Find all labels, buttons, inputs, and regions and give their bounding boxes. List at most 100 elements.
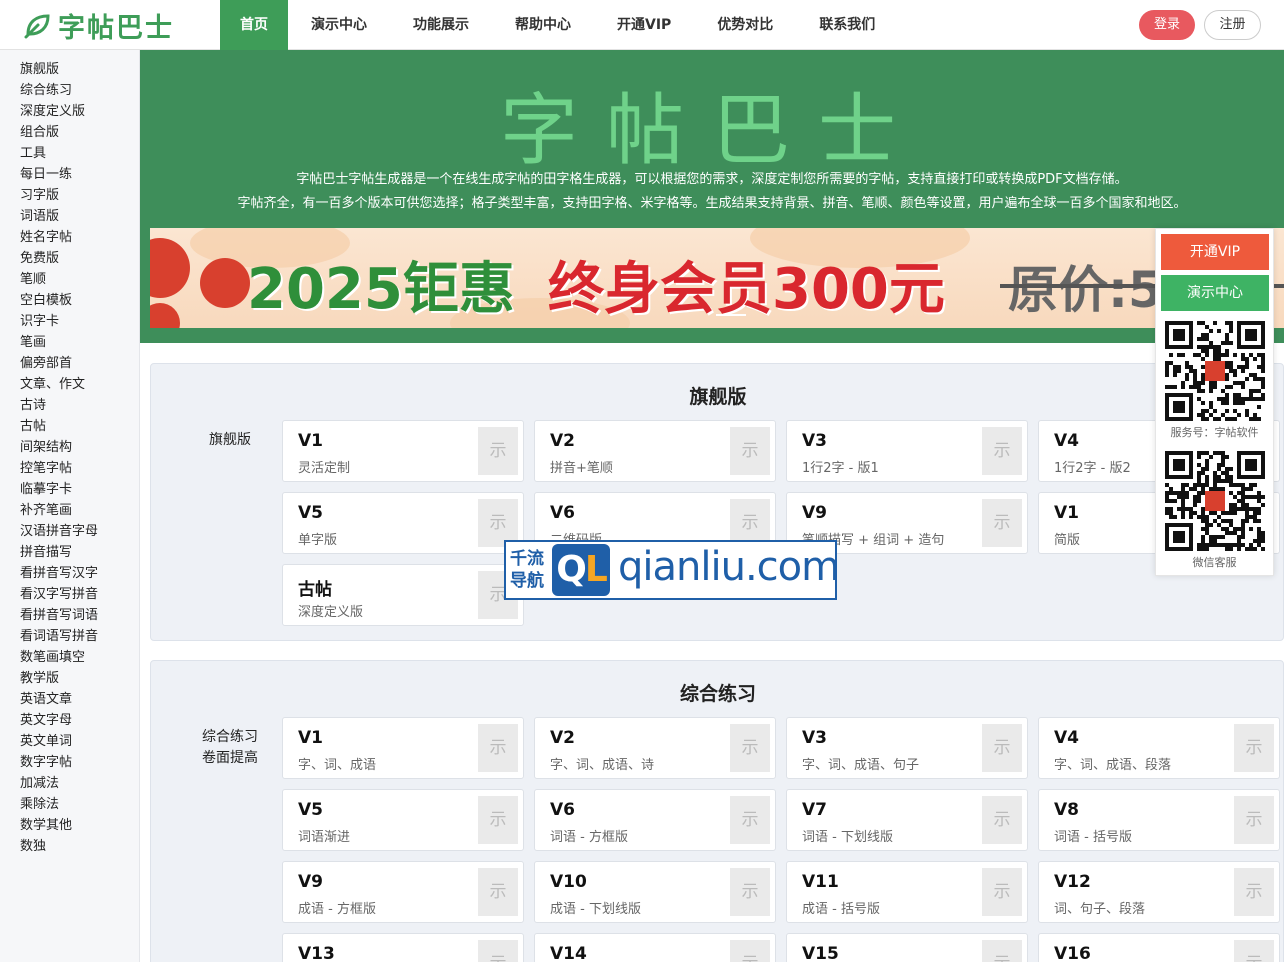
sidebar-item[interactable]: 偏旁部首 bbox=[0, 353, 139, 374]
sidebar-item[interactable]: 补齐笔画 bbox=[0, 500, 139, 521]
nav-home[interactable]: 首页 bbox=[220, 0, 288, 50]
sidebar-item[interactable]: 加减法 bbox=[0, 773, 139, 794]
version-card[interactable]: V8 词语 - 括号版 示 bbox=[1038, 789, 1280, 851]
carousel-indicator[interactable] bbox=[716, 314, 746, 316]
show-example-button[interactable]: 示 bbox=[1234, 796, 1274, 844]
sidebar-item[interactable]: 每日一练 bbox=[0, 164, 139, 185]
register-button[interactable]: 注册 bbox=[1204, 10, 1261, 40]
show-example-button[interactable]: 示 bbox=[478, 868, 518, 916]
sidebar-item[interactable]: 空白模板 bbox=[0, 290, 139, 311]
sidebar-item[interactable]: 教学版 bbox=[0, 668, 139, 689]
sidebar-item[interactable]: 文章、作文 bbox=[0, 374, 139, 395]
version-card[interactable]: 古帖 深度定义版示 bbox=[282, 564, 524, 626]
site-logo[interactable]: 字帖巴士 bbox=[22, 8, 174, 44]
sidebar-item[interactable]: 拼音描写 bbox=[0, 542, 139, 563]
sidebar-item[interactable]: 组合版 bbox=[0, 122, 139, 143]
version-card[interactable]: V6 词语 - 方框版 示 bbox=[534, 789, 776, 851]
show-example-button[interactable]: 示 bbox=[478, 940, 518, 962]
version-card[interactable]: V2 字、词、成语、诗 示 bbox=[534, 717, 776, 779]
version-card[interactable]: V5 单字版示 bbox=[282, 492, 524, 554]
version-card[interactable]: V1 字、词、成语 示 bbox=[282, 717, 524, 779]
sidebar-item[interactable]: 汉语拼音字母 bbox=[0, 521, 139, 542]
nav-contact[interactable]: 联系我们 bbox=[796, 0, 898, 50]
sidebar-item[interactable]: 看词语写拼音 bbox=[0, 626, 139, 647]
card-title: V1 bbox=[298, 728, 323, 748]
sidebar-item[interactable]: 乘除法 bbox=[0, 794, 139, 815]
version-card[interactable]: V1 灵活定制 示 bbox=[282, 420, 524, 482]
sidebar-item[interactable]: 数字字帖 bbox=[0, 752, 139, 773]
sidebar-item[interactable]: 英文字母 bbox=[0, 710, 139, 731]
sidebar-item[interactable]: 古帖 bbox=[0, 416, 139, 437]
sidebar-item[interactable]: 控笔字帖 bbox=[0, 458, 139, 479]
version-card[interactable]: V10 成语 - 下划线版 示 bbox=[534, 861, 776, 923]
show-example-button[interactable]: 示 bbox=[730, 427, 770, 475]
nav-help[interactable]: 帮助中心 bbox=[492, 0, 594, 50]
sidebar-item[interactable]: 间架结构 bbox=[0, 437, 139, 458]
show-example-button[interactable]: 示 bbox=[478, 724, 518, 772]
card-title: V3 bbox=[802, 728, 827, 748]
show-example-button[interactable]: 示 bbox=[982, 427, 1022, 475]
show-example-button[interactable]: 示 bbox=[730, 796, 770, 844]
sidebar-item[interactable]: 深度定义版 bbox=[0, 101, 139, 122]
version-card[interactable]: V16 示 bbox=[1038, 933, 1280, 962]
sidebar-item[interactable]: 看拼音写汉字 bbox=[0, 563, 139, 584]
version-card[interactable]: V13 示 bbox=[282, 933, 524, 962]
sidebar-item[interactable]: 笔顺 bbox=[0, 269, 139, 290]
show-example-button[interactable]: 示 bbox=[1234, 940, 1274, 962]
nav-vip[interactable]: 开通VIP bbox=[594, 0, 694, 50]
nav-features[interactable]: 功能展示 bbox=[390, 0, 492, 50]
version-card[interactable]: V7 词语 - 下划线版 示 bbox=[786, 789, 1028, 851]
version-card[interactable]: V3 1行2字 - 版1 示 bbox=[786, 420, 1028, 482]
sidebar-item[interactable]: 看汉字写拼音 bbox=[0, 584, 139, 605]
card-title: V1 bbox=[1054, 503, 1079, 523]
sidebar-item[interactable]: 临摹字卡 bbox=[0, 479, 139, 500]
sidebar-item[interactable]: 英文单词 bbox=[0, 731, 139, 752]
sidebar-item[interactable]: 姓名字帖 bbox=[0, 227, 139, 248]
show-example-button[interactable]: 示 bbox=[730, 940, 770, 962]
version-card[interactable]: V4 字、词、成语、段落 示 bbox=[1038, 717, 1280, 779]
watermark-badge-q: Q bbox=[556, 549, 587, 590]
version-card[interactable]: V15 示 bbox=[786, 933, 1028, 962]
show-example-button[interactable]: 示 bbox=[730, 724, 770, 772]
sidebar-item[interactable]: 免费版 bbox=[0, 248, 139, 269]
float-demo-button[interactable]: 演示中心 bbox=[1161, 275, 1269, 311]
sidebar-item[interactable]: 古诗 bbox=[0, 395, 139, 416]
card-subtitle: 字、词、成语、诗 bbox=[550, 758, 655, 773]
sidebar-item[interactable]: 数学其他 bbox=[0, 815, 139, 836]
sidebar-item[interactable]: 英语文章 bbox=[0, 689, 139, 710]
float-vip-button[interactable]: 开通VIP bbox=[1161, 234, 1269, 270]
version-card[interactable]: V12 词、句子、段落 示 bbox=[1038, 861, 1280, 923]
sidebar-item[interactable]: 词语版 bbox=[0, 206, 139, 227]
version-card[interactable]: V14 示 bbox=[534, 933, 776, 962]
show-example-button[interactable]: 示 bbox=[982, 940, 1022, 962]
promo-banner[interactable]: 2025钜惠 终身会员300元 原价:50 bbox=[150, 228, 1284, 328]
nav-demo[interactable]: 演示中心 bbox=[288, 0, 390, 50]
sidebar-item[interactable]: 数笔画填空 bbox=[0, 647, 139, 668]
sidebar-item[interactable]: 习字版 bbox=[0, 185, 139, 206]
version-card[interactable]: V2 拼音+笔顺 示 bbox=[534, 420, 776, 482]
version-card[interactable]: V9 成语 - 方框版 示 bbox=[282, 861, 524, 923]
sidebar-item[interactable]: 数独 bbox=[0, 836, 139, 857]
show-example-button[interactable]: 示 bbox=[730, 868, 770, 916]
qr-caption-service: 服务号：字帖软件 bbox=[1170, 426, 1259, 439]
show-example-button[interactable]: 示 bbox=[478, 427, 518, 475]
show-example-button[interactable]: 示 bbox=[1234, 724, 1274, 772]
login-button[interactable]: 登录 bbox=[1139, 10, 1195, 40]
section-label-line-2: 卷面提高 bbox=[202, 750, 258, 766]
nav-compare[interactable]: 优势对比 bbox=[694, 0, 796, 50]
sidebar-item[interactable]: 识字卡 bbox=[0, 311, 139, 332]
sidebar-item[interactable]: 笔画 bbox=[0, 332, 139, 353]
show-example-button[interactable]: 示 bbox=[982, 868, 1022, 916]
show-example-button[interactable]: 示 bbox=[478, 796, 518, 844]
sidebar-item[interactable]: 综合练习 bbox=[0, 80, 139, 101]
sidebar-item[interactable]: 旗舰版 bbox=[0, 59, 139, 80]
show-example-button[interactable]: 示 bbox=[1234, 868, 1274, 916]
show-example-button[interactable]: 示 bbox=[982, 724, 1022, 772]
show-example-button[interactable]: 示 bbox=[982, 796, 1022, 844]
version-card[interactable]: V5 词语渐进 示 bbox=[282, 789, 524, 851]
show-example-button[interactable]: 示 bbox=[982, 499, 1022, 547]
sidebar-item[interactable]: 工具 bbox=[0, 143, 139, 164]
version-card[interactable]: V11 成语 - 括号版 示 bbox=[786, 861, 1028, 923]
sidebar-item[interactable]: 看拼音写词语 bbox=[0, 605, 139, 626]
version-card[interactable]: V3 字、词、成语、句子 示 bbox=[786, 717, 1028, 779]
